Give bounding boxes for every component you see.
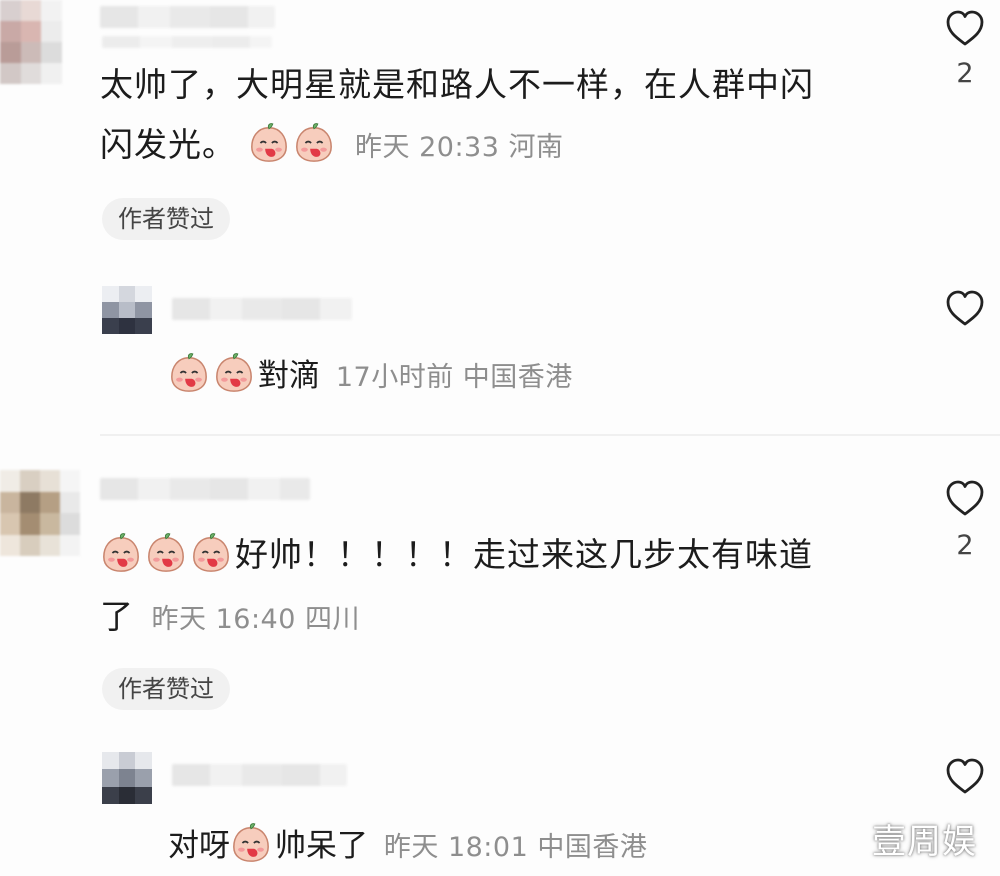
username-suffix [102,36,272,48]
avatar[interactable] [0,0,62,84]
drooling-peach-emoji-icon [230,822,272,864]
reply-text[interactable]: 對滴 17小时前 中国香港 [168,352,573,398]
like-count: 2 [956,530,974,561]
peach-blush-emoji-icon [190,532,232,574]
reply-avatar[interactable] [102,286,152,334]
comment-timestamp: 昨天 20:33 河南 [355,132,564,163]
comment-text[interactable]: 好帅！！！！！走过来这几步太有味道 [100,526,813,584]
comment-text-line2: 了 [100,597,134,636]
reply-text[interactable]: 对呀 帅呆了 昨天 18:01 中国香港 [168,822,647,868]
reply-timestamp: 昨天 18:01 中国香港 [383,832,648,863]
reply-content-before: 对呀 [168,828,230,864]
peach-blush-emoji-icon [145,532,187,574]
comment-text-line2-row[interactable]: 了 昨天 16:40 四川 [100,588,360,649]
peach-blush-emoji-icon [168,352,210,394]
reply-content: 對滴 [258,358,320,394]
username[interactable] [100,6,275,28]
watermark: 壹周娱 [872,822,977,862]
comment-text-line1: 太帅了，大明星就是和路人不一样，在人群中闪 [100,65,814,104]
username[interactable] [100,478,310,500]
comment-text-line2: 闪发光。 [100,125,236,164]
like-count: 2 [956,58,974,89]
reply-username[interactable] [172,298,352,320]
heart-outline-icon[interactable] [944,756,986,796]
heart-outline-icon[interactable] [944,288,986,328]
heart-outline-icon[interactable] [944,8,986,48]
reply-username[interactable] [172,764,347,786]
comment-text[interactable]: 太帅了，大明星就是和路人不一样，在人群中闪 [100,56,814,114]
reply-timestamp: 17小时前 中国香港 [335,362,573,393]
comment-text-line1: 好帅！！！！！走过来这几步太有味道 [235,535,813,574]
heart-outline-icon[interactable] [944,478,986,518]
author-liked-badge: 作者赞过 [102,668,230,710]
peach-blush-emoji-icon [213,352,255,394]
reply-avatar[interactable] [102,752,152,804]
peach-blush-emoji-icon [100,532,142,574]
peach-blush-emoji-icon [293,122,335,164]
peach-blush-emoji-icon [248,122,290,164]
author-liked-badge: 作者赞过 [102,198,230,240]
avatar[interactable] [0,470,80,556]
comment-timestamp: 昨天 16:40 四川 [151,604,360,635]
reply-content-after: 帅呆了 [275,828,368,864]
comment-text-line2-row[interactable]: 闪发光。 昨天 20:33 河南 [100,116,563,177]
divider [100,434,1000,436]
